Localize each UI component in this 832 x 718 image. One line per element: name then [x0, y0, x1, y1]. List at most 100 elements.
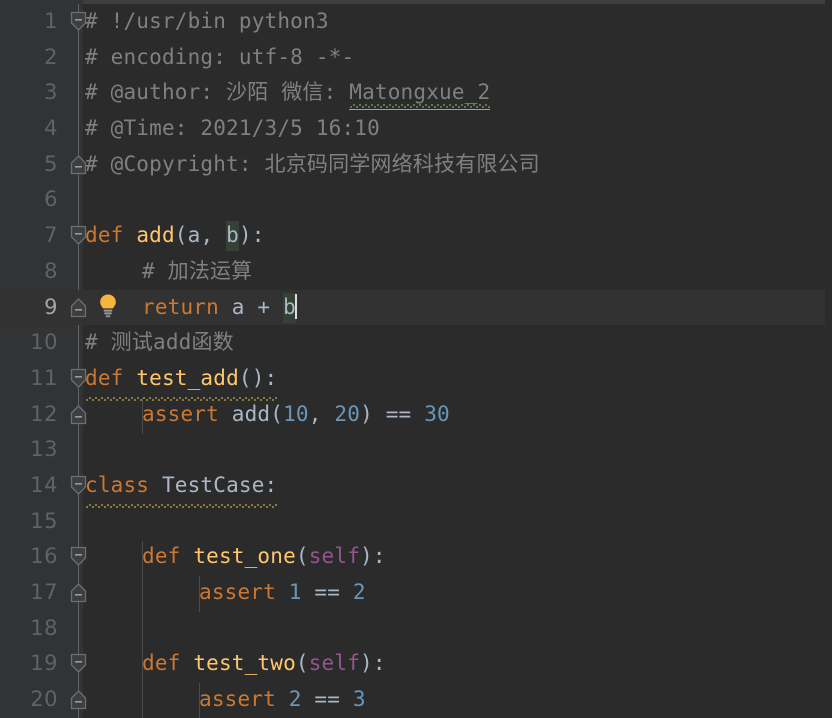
- number-literal: 2: [288, 687, 302, 712]
- editor-line[interactable]: 8 # 加法运算: [0, 254, 832, 290]
- line-number: 12: [30, 401, 58, 426]
- fold-marker-start[interactable]: [70, 368, 87, 389]
- line-content: def test_two(self):: [142, 646, 386, 682]
- line-content: def test_one(self):: [142, 539, 386, 575]
- fold-marker-start[interactable]: [70, 546, 87, 567]
- editor-line[interactable]: 16 def test_one(self):: [0, 539, 832, 575]
- line-number: 8: [44, 258, 58, 283]
- keyword-assert: assert: [199, 687, 276, 712]
- paren-open: (: [295, 544, 309, 569]
- editor-line[interactable]: 11 def test_add():: [0, 360, 832, 397]
- param-b-highlighted: b: [226, 221, 239, 252]
- params-close: ):: [238, 223, 265, 248]
- line-content: # 测试add函数: [85, 330, 234, 355]
- line-number: 2: [44, 44, 58, 69]
- line-number: 18: [30, 615, 58, 640]
- fold-marker-end[interactable]: [70, 689, 87, 710]
- paren-open: (: [295, 651, 309, 676]
- line-content: # !/usr/bin python3: [85, 9, 329, 33]
- line-content: return a + b: [142, 290, 297, 326]
- colon: :: [264, 472, 278, 497]
- line-number: 11: [30, 365, 58, 390]
- fold-marker-start[interactable]: [70, 225, 87, 246]
- paren-open: (: [270, 401, 284, 426]
- editor-line[interactable]: 10 # 测试add函数: [0, 325, 832, 361]
- fold-marker-start[interactable]: [70, 653, 87, 674]
- editor-line[interactable]: 4 # @Time: 2021/3/5 16:10: [0, 111, 832, 147]
- line-number: 4: [44, 116, 58, 141]
- editor-line[interactable]: 1 # !/usr/bin python3: [0, 4, 832, 40]
- fold-marker-end[interactable]: [70, 404, 87, 425]
- editor-line-active[interactable]: 9 return a + b: [0, 289, 832, 326]
- line-content: # 加法运算: [142, 258, 253, 283]
- line-content: # @Time: 2021/3/5 16:10: [85, 116, 380, 141]
- fold-marker-start[interactable]: [70, 475, 87, 496]
- editor-line[interactable]: 6: [0, 182, 832, 218]
- editor-line[interactable]: 15: [0, 504, 832, 540]
- params-open: (a,: [174, 223, 227, 248]
- line-number: 10: [30, 330, 58, 355]
- keyword-class: class: [85, 472, 150, 497]
- editor-line[interactable]: 19 def test_two(self):: [0, 646, 832, 682]
- line-number: 6: [44, 187, 58, 212]
- number-literal: 1: [288, 580, 302, 604]
- keyword-def: def: [85, 365, 124, 390]
- compare-op: ==: [301, 687, 353, 712]
- keyword-def: def: [142, 544, 181, 569]
- fold-marker-end[interactable]: [70, 154, 87, 175]
- function-name: add: [136, 223, 175, 248]
- line-number: 5: [44, 151, 58, 176]
- editor-line[interactable]: 5 # @Copyright: 北京码同学网络科技有限公司: [0, 147, 832, 183]
- function-name: test_two: [193, 651, 296, 676]
- editor-line[interactable]: 17 assert 1 == 2: [0, 575, 832, 611]
- function-name: test_one: [193, 544, 296, 569]
- line-content: # @Copyright: 北京码同学网络科技有限公司: [85, 151, 540, 176]
- editor-line[interactable]: 3 # @author: 沙陌 微信: Matongxue_2: [0, 75, 832, 111]
- paren-close: ):: [360, 651, 386, 676]
- editor-line[interactable]: 14 class TestCase:: [0, 467, 832, 504]
- wechat-id-token: Matongxue_2: [349, 80, 491, 111]
- line-number: 16: [30, 544, 58, 569]
- lightbulb-icon[interactable]: [97, 293, 119, 319]
- line-content: def add(a, b):: [85, 218, 265, 254]
- fold-marker-end[interactable]: [70, 297, 87, 318]
- fold-marker-start[interactable]: [70, 11, 87, 32]
- number-literal: 20: [334, 401, 361, 426]
- line-number: 17: [30, 580, 58, 604]
- editor-line[interactable]: 13: [0, 432, 832, 468]
- code-lines: 1 # !/usr/bin python3 2 # encoding: utf-…: [0, 4, 832, 718]
- line-number: 20: [30, 687, 58, 712]
- editor-line[interactable]: 18: [0, 611, 832, 647]
- indent-guide: [142, 541, 143, 718]
- indent-guide: [199, 576, 200, 612]
- function-name: test_add: [136, 365, 239, 390]
- line-number: 14: [30, 472, 58, 497]
- editor-line[interactable]: 20 assert 2 == 3: [0, 682, 832, 718]
- paren-close: ):: [360, 544, 386, 569]
- line-content: assert 1 == 2: [199, 575, 366, 611]
- keyword-def: def: [142, 651, 181, 676]
- line-content: # @author: 沙陌 微信: Matongxue_2: [85, 75, 491, 111]
- number-literal: 3: [352, 687, 366, 712]
- indent-guide: [199, 683, 200, 718]
- line-content: # encoding: utf-8 -*-: [85, 44, 355, 69]
- params: ():: [238, 365, 278, 390]
- class-name: TestCase: [161, 472, 265, 497]
- editor-right-edge: [825, 0, 832, 718]
- compare-op: ) ==: [360, 401, 425, 426]
- code-editor[interactable]: 1 # !/usr/bin python3 2 # encoding: utf-…: [0, 0, 832, 718]
- number-literal: 10: [283, 401, 309, 426]
- fold-marker-end[interactable]: [70, 582, 87, 603]
- keyword-def: def: [85, 223, 124, 248]
- line-number: 7: [44, 223, 58, 248]
- line-content: assert add(10, 20) == 30: [142, 397, 450, 433]
- line-content: class TestCase:: [85, 467, 278, 509]
- editor-line[interactable]: 7 def add(a, b):: [0, 218, 832, 254]
- number-literal: 2: [352, 580, 366, 604]
- comma: ,: [308, 401, 335, 426]
- editor-line[interactable]: 12 assert add(10, 20) == 30: [0, 397, 832, 433]
- editor-line[interactable]: 2 # encoding: utf-8 -*-: [0, 40, 832, 76]
- keyword-return: return: [142, 294, 219, 319]
- keyword-assert: assert: [199, 580, 276, 604]
- keyword-assert: assert: [142, 401, 219, 426]
